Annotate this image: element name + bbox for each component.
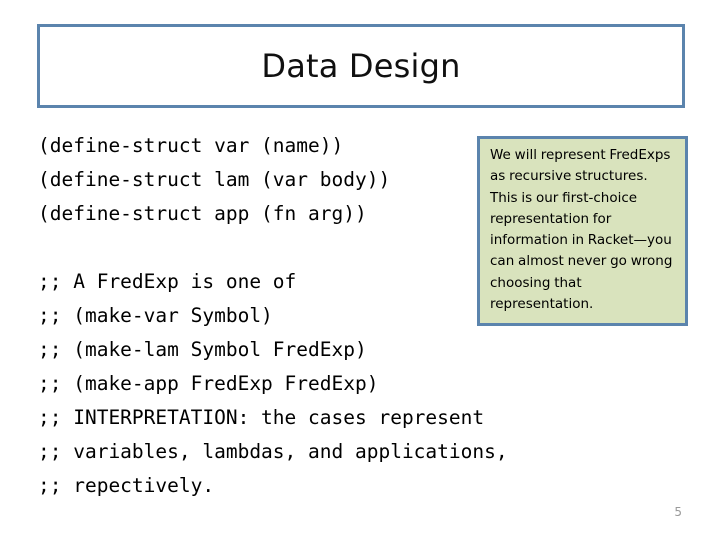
- code-line: ;; variables, lambdas, and applications,: [38, 440, 508, 463]
- page-number: 5: [674, 505, 682, 519]
- callout-box: We will represent FredExps as recursive …: [477, 136, 688, 326]
- code-line: ;; repectively.: [38, 474, 215, 497]
- title-box: Data Design: [37, 24, 685, 108]
- code-line: ;; INTERPRETATION: the cases represent: [38, 406, 485, 429]
- callout-text: We will represent FredExps as recursive …: [490, 147, 673, 313]
- slide: Data Design (define-struct var (name)) (…: [0, 0, 720, 540]
- code-line: ;; (make-lam Symbol FredExp): [38, 338, 367, 361]
- page-title: Data Design: [261, 47, 461, 85]
- callout-inner: We will represent FredExps as recursive …: [480, 139, 685, 321]
- code-line: ;; (make-app FredExp FredExp): [38, 372, 379, 395]
